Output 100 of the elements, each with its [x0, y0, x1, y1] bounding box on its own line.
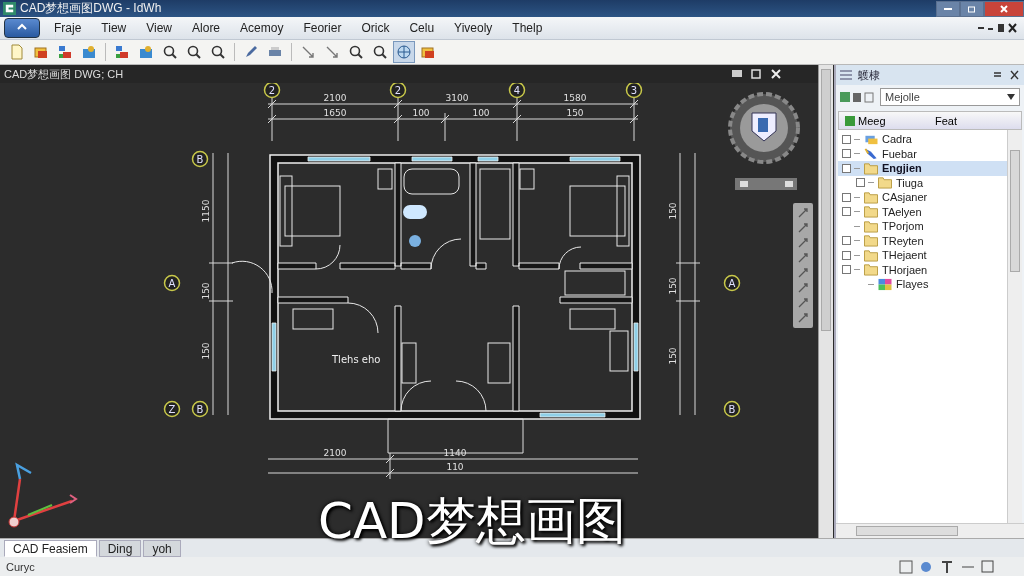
dimension-label: 100 [472, 108, 490, 118]
column-header[interactable]: Feat [915, 114, 957, 127]
menu-item[interactable]: Orick [353, 21, 398, 35]
collapse-box-icon[interactable] [842, 163, 851, 173]
list-icon [840, 70, 852, 80]
dimension-label: 1140 [443, 448, 467, 458]
menu-item[interactable]: Tiew [93, 21, 135, 35]
dimension-label: 1150 [201, 199, 211, 223]
application-menu-button[interactable] [4, 18, 40, 38]
dimension-label: 150 [201, 342, 211, 360]
status-tools-icon[interactable] [898, 559, 994, 574]
arrow-icon [324, 44, 340, 60]
magnifier-icon [372, 44, 388, 60]
tree-item[interactable]: TAelyen [882, 205, 922, 218]
tree-item[interactable]: THejaent [882, 249, 927, 262]
caption-text: CAD梦想画图 [318, 494, 626, 549]
dimension-label: 150 [668, 277, 678, 295]
folder-icon [863, 190, 879, 204]
tree-item[interactable]: TPorjom [882, 220, 924, 233]
menu-item[interactable]: Feorier [295, 21, 350, 35]
tree-line-icon [868, 283, 874, 285]
layout-tab[interactable]: Ding [98, 540, 142, 557]
collapse-box-icon[interactable] [842, 265, 851, 275]
folder-icon [863, 263, 879, 277]
menu-item[interactable]: Thelp [504, 21, 551, 35]
restore-button[interactable] [960, 0, 984, 17]
layer-dropdown[interactable]: Mejolle [880, 88, 1020, 106]
tool-icon[interactable] [797, 312, 809, 324]
tree-line-icon [854, 196, 860, 198]
collapse-box-icon[interactable] [856, 178, 865, 188]
dimension-label: 110 [446, 462, 464, 472]
folder-icon [863, 205, 879, 219]
view-strip-icon[interactable] [735, 178, 797, 190]
menu-item[interactable]: Acemoy [232, 21, 292, 35]
magnifier-icon [186, 44, 202, 60]
menu-item[interactable]: Celu [401, 21, 443, 35]
axis-bubble: 2 [263, 83, 281, 99]
tree-item[interactable]: THorjaen [882, 263, 928, 276]
tool-icon[interactable] [797, 222, 809, 234]
tree-line-icon [854, 153, 860, 155]
folder-icon [863, 219, 879, 233]
axis-bubble: B [191, 400, 209, 418]
collapse-box-icon[interactable] [842, 149, 851, 159]
column-header[interactable]: Meeg [858, 114, 886, 127]
tree-item[interactable]: CAsjaner [882, 191, 928, 204]
globe-icon [396, 44, 412, 60]
pen-icon [863, 147, 879, 161]
close-icon [999, 3, 1009, 14]
document-controls-icon[interactable] [978, 23, 1018, 33]
ucs-axis-icon [8, 462, 78, 528]
folder-icon [863, 248, 879, 262]
layout-tab[interactable]: yoh [143, 540, 181, 557]
page-icon [9, 44, 25, 60]
collapse-box-icon[interactable] [842, 134, 851, 144]
menu-item[interactable]: View [138, 21, 181, 35]
tree-item[interactable]: Flayes [896, 278, 929, 291]
dimension-label: 1650 [323, 108, 347, 118]
collapse-box-icon[interactable] [842, 192, 851, 202]
folder-icon [863, 234, 879, 248]
collapse-box-icon[interactable] [842, 250, 851, 260]
minimize-button[interactable] [936, 0, 960, 17]
tool-icon[interactable] [797, 207, 809, 219]
vertical-scrollbar[interactable] [818, 65, 833, 538]
dimension-label: 1580 [563, 93, 587, 103]
menu-item[interactable]: Alore [184, 21, 229, 35]
tree-line-icon [854, 225, 860, 227]
layout-tab[interactable]: CAD Feasiem [4, 540, 97, 557]
dimension-label: 150 [668, 202, 678, 220]
vertical-scrollbar[interactable] [1007, 130, 1022, 523]
horizontal-scrollbar[interactable] [836, 523, 1024, 538]
collapse-box-icon[interactable] [842, 236, 851, 246]
dimension-label: 2100 [323, 448, 347, 458]
tree-item[interactable]: Fuebar [882, 147, 917, 160]
tree-line-icon [854, 211, 860, 213]
collapse-box-icon[interactable] [842, 207, 851, 217]
close-button[interactable] [984, 0, 1024, 17]
tree-line-icon [854, 167, 860, 169]
picture-icon [138, 44, 154, 60]
close-icon[interactable] [994, 70, 1020, 80]
axis-bubble: A [723, 274, 741, 292]
layer-tools-icon[interactable] [840, 91, 876, 103]
tool-icon[interactable] [797, 252, 809, 264]
dimension-label: 150 [668, 347, 678, 365]
tool-icon[interactable] [797, 267, 809, 279]
tree-line-icon [854, 254, 860, 256]
folder-icon [420, 44, 436, 60]
tree-line-icon [854, 240, 860, 242]
axis-bubble: Z [163, 400, 181, 418]
tree-item[interactable]: TReyten [882, 234, 924, 247]
tree-line-icon [854, 138, 860, 140]
tool-icon[interactable] [797, 237, 809, 249]
tree-item[interactable]: Cadra [882, 133, 912, 146]
view-cube-icon[interactable] [728, 92, 800, 164]
menu-item[interactable]: Yiveoly [446, 21, 501, 35]
menu-item[interactable]: Fraje [46, 21, 90, 35]
tree-line-icon [854, 269, 860, 271]
tree-item[interactable]: Tiuga [896, 176, 924, 189]
tool-icon[interactable] [797, 297, 809, 309]
dimension-label: 150 [566, 108, 584, 118]
tool-icon[interactable] [797, 282, 809, 294]
